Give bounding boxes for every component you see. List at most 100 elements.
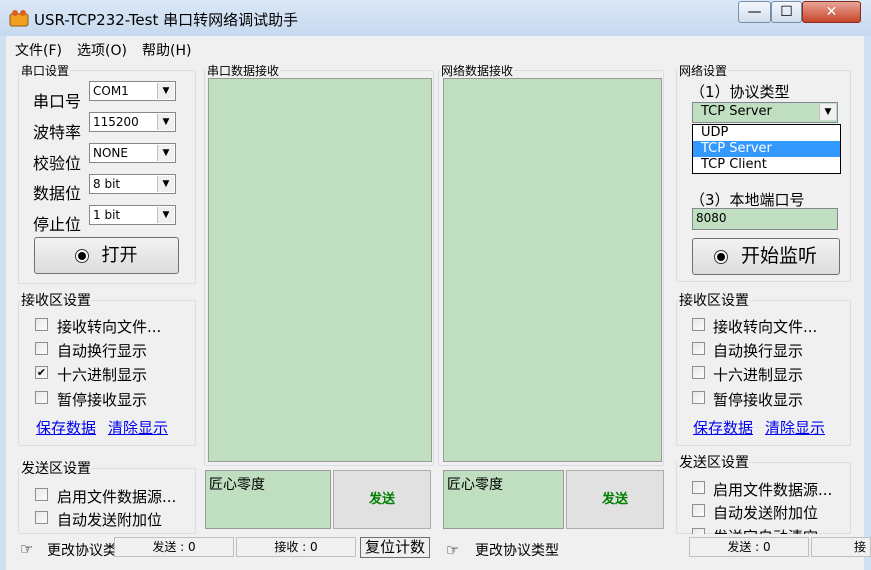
change-protocol-label-left[interactable]: 更改协议类	[47, 540, 115, 560]
protocol-select[interactable]: TCP Server ▼	[692, 102, 838, 123]
menu-options[interactable]: 选项(O)	[77, 40, 127, 60]
left-send-legend: 发送区设置	[21, 461, 91, 477]
serial-receive-area[interactable]	[208, 78, 432, 462]
network-send-button[interactable]: 发送	[566, 470, 664, 529]
serial-send-button[interactable]: 发送	[333, 470, 431, 529]
network-send-input[interactable]: 匠心零度	[443, 470, 564, 529]
left-recv-to-file-label: 接收转向文件...	[57, 318, 162, 336]
left-received-counter: 接收 : 0	[236, 537, 356, 557]
left-hex-display-checkbox[interactable]: ✔	[35, 366, 48, 379]
left-auto-wrap-checkbox[interactable]	[35, 342, 48, 355]
right-received-counter: 接	[811, 537, 871, 557]
network-receive-area[interactable]	[443, 78, 662, 462]
right-clear-display-link[interactable]: 清除显示	[765, 417, 825, 438]
right-auto-clear-checkbox[interactable]	[692, 528, 705, 534]
serial-receive-legend: 串口数据接收	[207, 64, 280, 78]
chevron-down-icon: ▼	[157, 83, 174, 99]
right-send-legend: 发送区设置	[679, 455, 749, 471]
local-port-input[interactable]: 8080	[692, 208, 838, 230]
app-icon	[9, 10, 29, 27]
port-select[interactable]: COM1 ▼	[89, 81, 176, 101]
protocol-option-tcp-server[interactable]: TCP Server	[693, 141, 840, 157]
data-bits-select[interactable]: 8 bit ▼	[89, 174, 176, 194]
chevron-down-icon: ▼	[157, 114, 174, 130]
radio-dot-icon	[714, 251, 727, 263]
left-recv-to-file-checkbox[interactable]	[35, 318, 48, 331]
parity-label: 校验位	[33, 154, 82, 173]
menu-help[interactable]: 帮助(H)	[142, 40, 191, 60]
left-clear-display-link[interactable]: 清除显示	[108, 417, 168, 438]
left-auto-wrap-label: 自动换行显示	[57, 342, 148, 360]
reset-counter-button[interactable]: 复位计数	[360, 537, 430, 558]
baud-select[interactable]: 115200 ▼	[89, 112, 176, 132]
network-receive-legend: 网络数据接收	[441, 64, 514, 78]
data-bits-label: 数据位	[33, 184, 82, 203]
right-auto-wrap-checkbox[interactable]	[692, 342, 705, 355]
right-file-source-checkbox[interactable]	[692, 481, 705, 494]
protocol-option-tcp-client[interactable]: TCP Client	[693, 157, 840, 173]
left-auto-append-label: 自动发送附加位	[57, 511, 163, 529]
left-save-data-link[interactable]: 保存数据	[36, 417, 96, 438]
network-settings-legend: 网络设置	[679, 64, 728, 78]
right-hex-display-checkbox[interactable]	[692, 366, 705, 379]
menu-bar	[6, 37, 864, 59]
chevron-down-icon: ▼	[157, 176, 174, 192]
right-pause-display-label: 暂停接收显示	[713, 391, 804, 409]
serial-send-input[interactable]: 匠心零度	[205, 470, 331, 529]
start-listen-label: 开始监听	[740, 245, 817, 267]
minimize-button[interactable]: —	[738, 1, 771, 23]
right-auto-clear-row: 发送完自动清空	[690, 525, 850, 534]
parity-select[interactable]: NONE ▼	[89, 143, 176, 163]
right-file-source-label: 启用文件数据源...	[713, 481, 833, 499]
right-pause-display-checkbox[interactable]	[692, 391, 705, 404]
change-protocol-label-right[interactable]: 更改协议类型	[475, 540, 559, 560]
right-auto-wrap-label: 自动换行显示	[713, 342, 804, 360]
stop-bits-select[interactable]: 1 bit ▼	[89, 205, 176, 225]
left-hex-display-label: 十六进制显示	[57, 366, 148, 384]
close-button[interactable]: ✕	[802, 1, 861, 23]
left-pause-display-checkbox[interactable]	[35, 391, 48, 404]
port-value: COM1	[93, 84, 129, 98]
radio-dot-icon	[75, 250, 88, 262]
chevron-down-icon: ▼	[819, 104, 836, 120]
right-auto-append-label: 自动发送附加位	[713, 504, 819, 522]
maximize-button[interactable]: ☐	[771, 1, 802, 23]
menu-file[interactable]: 文件(F)	[15, 40, 62, 60]
left-file-source-checkbox[interactable]	[35, 488, 48, 501]
left-receive-legend: 接收区设置	[21, 293, 91, 309]
right-sent-counter: 发送 : 0	[689, 537, 809, 557]
stop-bits-value: 1 bit	[93, 208, 121, 222]
data-bits-value: 8 bit	[93, 177, 121, 191]
baud-value: 115200	[93, 115, 139, 129]
right-auto-append-checkbox[interactable]	[692, 504, 705, 517]
right-recv-to-file-label: 接收转向文件...	[713, 318, 818, 336]
hand-pointer-icon: ☞	[20, 540, 34, 558]
left-auto-append-checkbox[interactable]	[35, 511, 48, 524]
right-receive-legend: 接收区设置	[679, 293, 749, 309]
right-hex-display-label: 十六进制显示	[713, 366, 804, 384]
window-title: USR-TCP232-Test 串口转网络调试助手	[34, 11, 299, 29]
protocol-option-udp[interactable]: UDP	[693, 125, 840, 141]
protocol-dropdown: UDP TCP Server TCP Client	[692, 124, 841, 174]
start-listen-button[interactable]: 开始监听	[692, 238, 840, 275]
checkmark-icon: ✔	[36, 366, 47, 379]
protocol-label: （1）协议类型	[690, 83, 790, 101]
port-label: 串口号	[33, 92, 82, 111]
chevron-down-icon: ▼	[157, 207, 174, 223]
serial-settings-legend: 串口设置	[21, 64, 70, 78]
left-sent-counter: 发送 : 0	[114, 537, 234, 557]
local-port-label: （3）本地端口号	[690, 191, 805, 209]
right-save-data-link[interactable]: 保存数据	[693, 417, 753, 438]
right-recv-to-file-checkbox[interactable]	[692, 318, 705, 331]
stop-bits-label: 停止位	[33, 215, 82, 234]
open-port-label: 打开	[101, 245, 138, 266]
parity-value: NONE	[93, 146, 128, 160]
hand-pointer-icon: ☞	[446, 541, 460, 559]
right-auto-clear-label: 发送完自动清空	[713, 526, 818, 534]
baud-label: 波特率	[33, 123, 82, 142]
chevron-down-icon: ▼	[157, 145, 174, 161]
open-port-button[interactable]: 打开	[34, 237, 179, 274]
protocol-value: TCP Server	[701, 104, 772, 119]
left-file-source-label: 启用文件数据源...	[57, 488, 177, 506]
left-pause-display-label: 暂停接收显示	[57, 391, 148, 409]
